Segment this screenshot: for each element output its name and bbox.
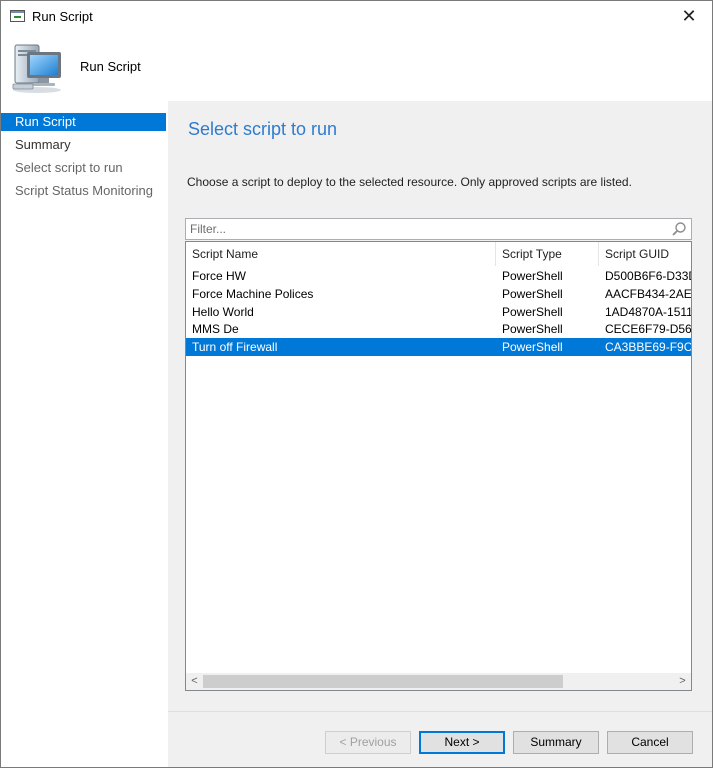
cell-script-type: PowerShell (502, 305, 563, 319)
filter-box[interactable] (185, 218, 692, 240)
filter-input[interactable] (190, 222, 660, 236)
footer-divider (168, 711, 712, 712)
nav-item-select-script[interactable]: Select script to run (1, 159, 166, 177)
cell-script-name: MMS De (192, 322, 239, 336)
close-button[interactable]: ✕ (666, 1, 712, 32)
run-script-window: Run Script ✕ Run Script Run Script Summa… (0, 0, 713, 768)
cell-script-type: PowerShell (502, 287, 563, 301)
main-panel: Select script to run Choose a script to … (168, 101, 712, 767)
scripts-table[interactable]: Script Name Script Type Script GUID Forc… (185, 241, 692, 691)
scrollbar-thumb[interactable] (203, 675, 563, 688)
horizontal-scrollbar[interactable]: < > (186, 673, 691, 690)
column-header-script-type[interactable]: Script Type (496, 242, 599, 266)
cell-script-name: Turn off Firewall (192, 340, 278, 354)
table-header: Script Name Script Type Script GUID (186, 242, 691, 266)
cell-script-guid: 1AD4870A-1511-4 (605, 305, 691, 319)
table-row-selected[interactable]: Turn off Firewall PowerShell CA3BBE69-F9… (186, 338, 691, 356)
window-app-icon (10, 10, 25, 22)
scroll-left-arrow-icon[interactable]: < (186, 673, 203, 690)
table-row[interactable]: Force HW PowerShell D500B6F6-D33D- (186, 267, 691, 285)
cell-script-type: PowerShell (502, 269, 563, 283)
table-row[interactable]: Hello World PowerShell 1AD4870A-1511-4 (186, 303, 691, 321)
cell-script-name: Force HW (192, 269, 246, 283)
cell-script-name: Hello World (192, 305, 254, 319)
nav-item-script-status-monitoring[interactable]: Script Status Monitoring (1, 182, 166, 200)
cell-script-guid: CECE6F79-D568- (605, 322, 691, 336)
cancel-button[interactable]: Cancel (607, 731, 693, 754)
cell-script-type: PowerShell (502, 322, 563, 336)
previous-button[interactable]: < Previous (325, 731, 411, 754)
instruction-text: Choose a script to deploy to the selecte… (187, 175, 632, 189)
page-title: Select script to run (188, 119, 338, 139)
computer-icon (12, 44, 61, 93)
cell-script-guid: AACFB434-2AEC- (605, 287, 691, 301)
cell-script-guid: CA3BBE69-F9C1- (605, 340, 691, 354)
cell-script-guid: D500B6F6-D33D- (605, 269, 691, 283)
table-row[interactable]: MMS De PowerShell CECE6F79-D568- (186, 320, 691, 338)
table-row[interactable]: Force Machine Polices PowerShell AACFB43… (186, 285, 691, 303)
wizard-nav: Run Script Summary Select script to run … (1, 101, 168, 767)
window-title: Run Script (32, 9, 93, 24)
cell-script-type: PowerShell (502, 340, 563, 354)
next-button[interactable]: Next > (419, 731, 505, 754)
column-header-script-guid[interactable]: Script GUID (599, 242, 691, 266)
header-title: Run Script (80, 59, 141, 74)
nav-item-run-script[interactable]: Run Script (1, 113, 166, 131)
title-bar[interactable]: Run Script ✕ (1, 1, 712, 32)
scroll-right-arrow-icon[interactable]: > (674, 673, 691, 690)
search-icon[interactable] (671, 221, 687, 237)
summary-button[interactable]: Summary (513, 731, 599, 754)
nav-item-summary[interactable]: Summary (1, 136, 166, 154)
wizard-header: Run Script (1, 32, 712, 101)
column-header-script-name[interactable]: Script Name (186, 242, 496, 266)
cell-script-name: Force Machine Polices (192, 287, 314, 301)
